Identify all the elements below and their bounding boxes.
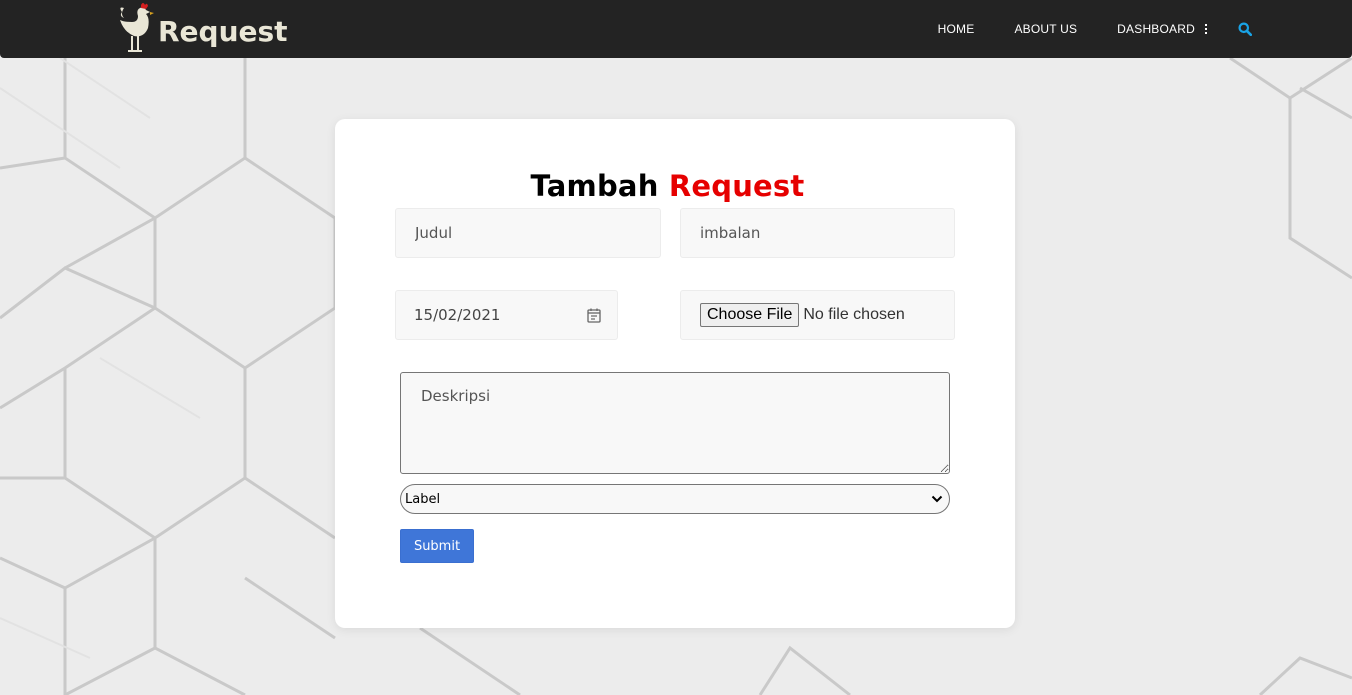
form-title: Tambah Request [335,169,1000,203]
chicken-logo-icon [120,3,154,52]
form-title-main: Tambah [530,169,659,203]
nav-dashboard-link[interactable]: DASHBOARD [1117,22,1208,36]
vertical-dots-icon [1205,24,1207,34]
brand-name: Request [158,14,288,48]
nav-dashboard-label: DASHBOARD [1117,22,1195,36]
nav-menu: HOME ABOUT US DASHBOARD [938,0,1252,58]
form-title-accent: Request [668,169,805,203]
request-form-card: Tambah Request 15/02/2021 Choose File No… [335,119,1015,628]
file-status-text: No file chosen [803,306,905,323]
judul-input[interactable] [395,208,661,258]
nav-about-link[interactable]: ABOUT US [1014,22,1077,36]
choose-file-button[interactable]: Choose File [700,303,800,327]
date-input[interactable]: 15/02/2021 [395,290,618,340]
brand-logo[interactable]: Request [114,2,288,56]
deskripsi-textarea[interactable] [400,372,950,474]
imbalan-input[interactable] [680,208,955,258]
nav-home-link[interactable]: HOME [938,22,975,36]
label-select-value: Label [405,491,441,507]
label-select[interactable]: Label [400,484,950,514]
submit-button[interactable]: Submit [400,529,474,563]
search-icon[interactable] [1238,22,1252,36]
chevron-down-icon [931,495,943,503]
calendar-icon[interactable] [587,308,601,323]
top-navbar: Request HOME ABOUT US DASHBOARD [0,0,1352,58]
date-value: 15/02/2021 [414,306,501,324]
file-upload-field: Choose File No file chosen [680,290,955,340]
